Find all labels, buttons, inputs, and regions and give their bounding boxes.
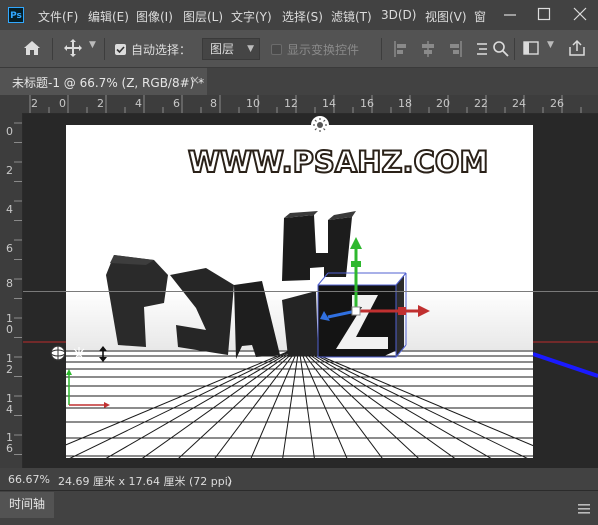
menu-window[interactable]: 窗	[474, 8, 486, 25]
ruler-horizontal: 2 0 2 4 6 8 10 12 14 16 18 20 22 24 26	[22, 95, 598, 114]
show-transform-label: 显示变换控件	[287, 43, 360, 57]
ruler-label: 1 6	[6, 431, 13, 455]
ruler-label: 20	[436, 97, 450, 110]
ruler-label: 24	[512, 97, 526, 110]
guide-line[interactable]	[23, 291, 598, 292]
menu-filter[interactable]: 滤镜(T)	[331, 8, 372, 25]
menu-bar: Ps 文件(F) 编辑(E) 图像(I) 图层(L) 文字(Y) 选择(S) 滤…	[0, 0, 598, 30]
workspace-chevron-down-icon[interactable]: ▼	[547, 40, 554, 50]
close-tab-icon[interactable]: ×	[190, 73, 200, 87]
ruler-label: 16	[360, 97, 374, 110]
ruler-label: 1 0	[6, 312, 13, 336]
auto-select-target-value: 图层	[210, 42, 235, 56]
menu-select[interactable]: 选择(S)	[282, 8, 323, 25]
document-tab-bar: 未标题-1 @ 66.7% (Z, RGB/8#) * ×	[0, 68, 598, 95]
document-workspace[interactable]: WWW.PSAHZ.COM	[23, 114, 598, 468]
minimize-icon[interactable]	[503, 4, 517, 28]
watermark-text: WWW.PSAHZ.COM	[187, 144, 489, 180]
show-transform-checkbox[interactable]	[271, 44, 282, 55]
ruler-label: 1 4	[6, 392, 13, 416]
ruler-label: 8	[210, 97, 217, 110]
distribute-icon[interactable]	[474, 40, 488, 61]
menu-file[interactable]: 文件(F)	[38, 8, 78, 25]
ruler-label: 1 2	[6, 352, 13, 376]
ruler-vertical: 0 2 4 6 8 1 0 1 2 1 4 1 6	[0, 113, 23, 468]
maximize-icon[interactable]	[537, 4, 551, 28]
align-left-icon[interactable]	[393, 40, 409, 61]
align-right-icon[interactable]	[447, 40, 463, 61]
workspace-icon[interactable]	[523, 41, 539, 58]
menu-type[interactable]: 文字(Y)	[231, 8, 272, 25]
ruler-label: 26	[550, 97, 564, 110]
tab-timeline[interactable]: 时间轴	[0, 492, 54, 518]
ruler-label: 18	[398, 97, 412, 110]
pan-camera-icon[interactable]	[71, 346, 87, 366]
close-icon[interactable]	[573, 4, 587, 28]
ruler-label: 4	[135, 97, 142, 110]
menu-view[interactable]: 视图(V)	[425, 8, 467, 25]
ruler-label: 6	[6, 242, 13, 255]
home-icon[interactable]	[22, 39, 42, 60]
menu-layer[interactable]: 图层(L)	[183, 8, 223, 25]
light-sun-icon[interactable]	[310, 115, 330, 135]
auto-select-label: 自动选择：	[131, 43, 192, 57]
options-bar: ▼ 自动选择： 图层 ▼ 显示变换控件 ▼	[0, 30, 598, 68]
ruler-label: 2	[31, 97, 38, 110]
timeline-panel-header: 时间轴	[0, 490, 598, 525]
document-tab[interactable]: 未标题-1 @ 66.7% (Z, RGB/8#) * ×	[0, 68, 207, 95]
document-tab-title: 未标题-1 @ 66.7% (Z, RGB/8#) *	[12, 76, 205, 90]
tool-preset-chevron-down-icon[interactable]: ▼	[89, 40, 96, 50]
photoshop-logo-icon: Ps	[8, 7, 24, 23]
ruler-label: 0	[59, 97, 66, 110]
orbit-camera-icon[interactable]	[49, 344, 67, 366]
share-icon[interactable]	[568, 39, 586, 60]
status-menu-arrow-icon[interactable]: 〉	[227, 473, 238, 489]
document-size-info: 24.69 厘米 x 17.64 厘米 (72 ppi)	[58, 475, 233, 488]
search-icon[interactable]	[492, 40, 510, 61]
zoom-level[interactable]: 66.67%	[8, 473, 50, 486]
ruler-label: 22	[474, 97, 488, 110]
auto-select-target-dropdown[interactable]: 图层 ▼	[202, 38, 260, 60]
move-tool-icon[interactable]	[63, 38, 83, 61]
status-bar: 66.67% 24.69 厘米 x 17.64 厘米 (72 ppi) 〉	[0, 468, 598, 490]
menu-image[interactable]: 图像(I)	[136, 8, 173, 25]
menu-edit[interactable]: 编辑(E)	[88, 8, 129, 25]
ruler-label: 0	[6, 125, 13, 138]
ruler-label: 12	[284, 97, 298, 110]
ruler-label: 4	[6, 203, 13, 216]
dolly-camera-icon[interactable]	[97, 345, 109, 367]
auto-select-checkbox[interactable]	[115, 44, 126, 55]
chevron-down-icon: ▼	[247, 44, 254, 54]
ruler-label: 8	[6, 277, 13, 290]
ruler-corner	[0, 95, 22, 113]
ruler-label: 6	[173, 97, 180, 110]
panel-menu-icon[interactable]	[577, 500, 591, 519]
menu-3d[interactable]: 3D(D)	[381, 8, 416, 22]
ruler-label: 10	[246, 97, 260, 110]
ruler-label: 14	[322, 97, 336, 110]
align-center-icon[interactable]	[420, 40, 436, 61]
axis-widget	[66, 369, 110, 408]
ruler-label: 2	[97, 97, 104, 110]
ruler-label: 2	[6, 164, 13, 177]
